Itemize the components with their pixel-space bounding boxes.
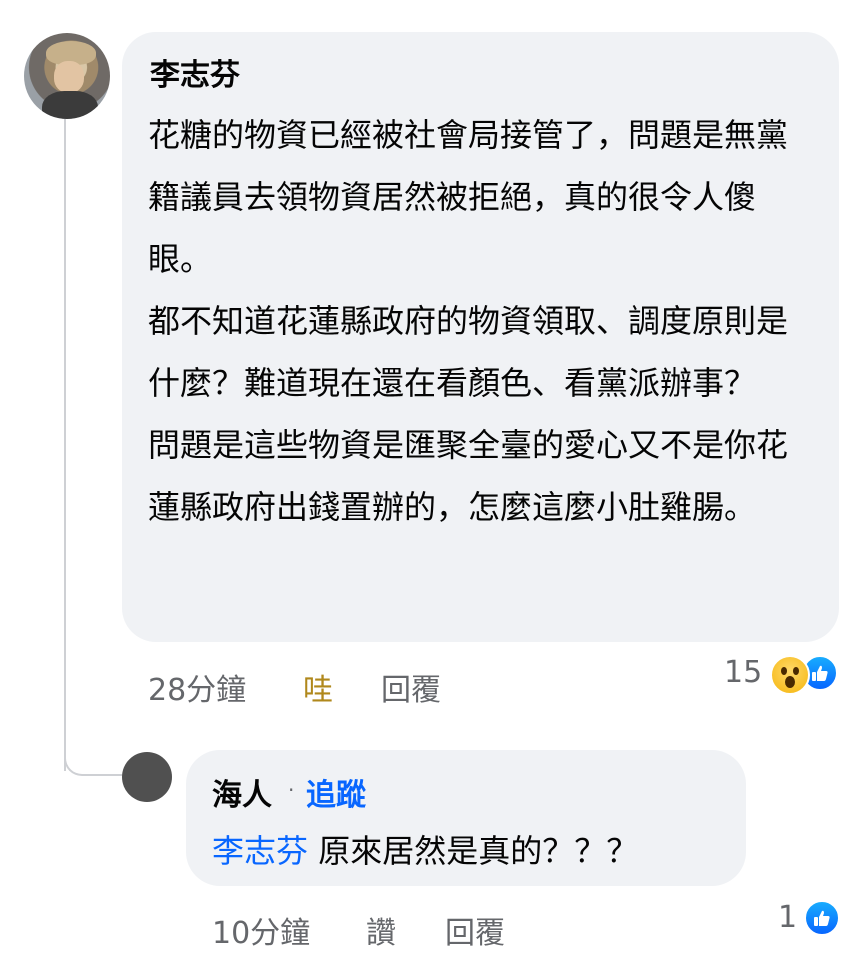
comment-paragraph: 都不知道花蓮縣政府的物資領取、調度原則是什麼？難道現在還在看顏色、看黨派辦事？: [148, 302, 789, 402]
reply-timestamp[interactable]: 10分鐘: [212, 908, 310, 952]
comment-author[interactable]: 李志芬: [150, 50, 240, 94]
reaction-count[interactable]: 1: [778, 900, 797, 935]
thread-connector-line: [64, 119, 66, 771]
reply-body: 原來居然是真的？？？: [308, 832, 639, 870]
thumbs-up-glyph: [812, 665, 828, 681]
avatar-body-shape: [42, 91, 98, 119]
wow-icon[interactable]: [770, 655, 810, 695]
like-button[interactable]: 讚: [366, 908, 396, 952]
thread-connector-curve: [64, 740, 122, 776]
reaction-button[interactable]: 哇: [303, 665, 333, 709]
comment-text: 花糖的物資已經被社會局接管了，問題是無黨籍議員去領物資居然被拒絕，真的很令人傻眼…: [148, 104, 808, 538]
like-icon[interactable]: [804, 900, 840, 936]
comment-timestamp[interactable]: 28分鐘: [148, 665, 246, 709]
comment-paragraph: 問題是這些物資是匯聚全臺的愛心又不是你花蓮縣政府出錢置辦的，怎麼這麼小肚雞腸。: [148, 426, 789, 526]
wow-mouth: [785, 676, 795, 688]
reply-button[interactable]: 回覆: [445, 908, 505, 952]
thumbs-up-glyph: [814, 910, 830, 926]
avatar[interactable]: [24, 33, 110, 119]
reply-text: 李志芬 原來居然是真的？？？: [212, 826, 638, 872]
reply-button[interactable]: 回覆: [381, 665, 441, 709]
reaction-count[interactable]: 15: [724, 655, 762, 690]
mention-link[interactable]: 李志芬: [212, 832, 308, 870]
wow-eye: [793, 667, 799, 675]
separator-dot: ·: [288, 778, 295, 802]
follow-link[interactable]: 追蹤: [306, 770, 366, 814]
avatar[interactable]: [122, 752, 172, 802]
reply-author[interactable]: 海人: [212, 770, 272, 814]
avatar-face-shape: [54, 61, 84, 93]
comment-paragraph: 花糖的物資已經被社會局接管了，問題是無黨籍議員去領物資居然被拒絕，真的很令人傻眼…: [148, 116, 789, 278]
wow-eye: [781, 667, 787, 675]
